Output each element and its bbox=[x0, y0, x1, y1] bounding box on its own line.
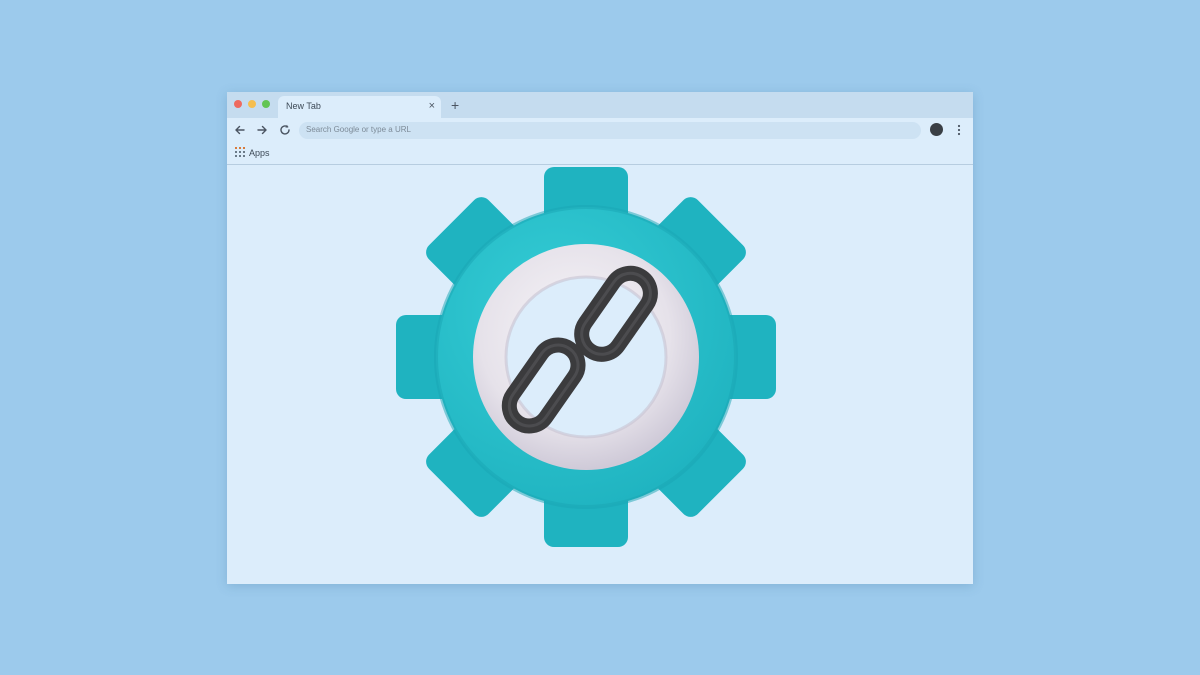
address-bar-placeholder: Search Google or type a URL bbox=[306, 125, 411, 134]
window-minimize-button[interactable] bbox=[248, 100, 256, 108]
tab-new-tab[interactable]: New Tab × bbox=[278, 96, 441, 118]
browser-window: New Tab × + Search Google or type a URL bbox=[227, 92, 973, 584]
window-maximize-button[interactable] bbox=[262, 100, 270, 108]
apps-grid-icon[interactable] bbox=[235, 147, 245, 157]
bookmarks-bar: Apps bbox=[227, 142, 973, 165]
toolbar: Search Google or type a URL bbox=[227, 118, 973, 142]
page-content bbox=[227, 165, 973, 584]
gear-with-chain-link-icon bbox=[396, 167, 776, 547]
apps-bookmark-label[interactable]: Apps bbox=[249, 148, 270, 158]
tab-bar: New Tab × + bbox=[227, 92, 973, 118]
window-close-button[interactable] bbox=[234, 100, 242, 108]
kebab-menu-icon[interactable] bbox=[956, 123, 962, 137]
address-bar[interactable]: Search Google or type a URL bbox=[299, 122, 921, 139]
arrow-right-icon[interactable] bbox=[255, 123, 269, 137]
reload-icon[interactable] bbox=[278, 123, 292, 137]
tab-title: New Tab bbox=[286, 101, 321, 111]
new-tab-button[interactable]: + bbox=[451, 98, 459, 112]
profile-avatar-icon[interactable] bbox=[930, 123, 943, 136]
arrow-left-icon[interactable] bbox=[233, 123, 247, 137]
close-icon[interactable]: × bbox=[429, 99, 435, 113]
